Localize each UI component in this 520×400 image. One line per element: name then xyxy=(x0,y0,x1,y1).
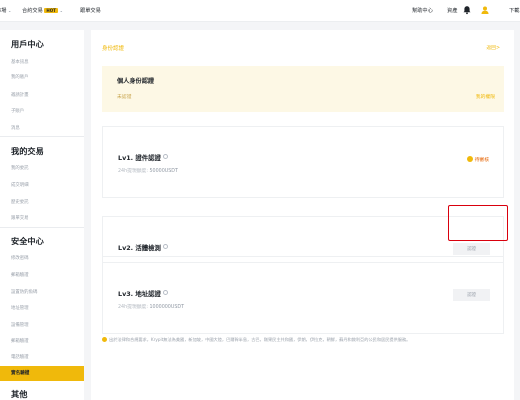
top-navigation-bar: 市場 ⌄ 合約交易 HOT ⌄ 跟單交易 幫助中心 資產 下載 xyxy=(0,0,520,22)
chevron-down-icon: ⌄ xyxy=(59,8,63,13)
sidebar-item-anti-phishing[interactable]: 設置防釣魚碼 xyxy=(11,289,37,295)
nav-help-center[interactable]: 幫助中心 xyxy=(412,7,433,14)
sidebar-item-referral[interactable]: 邀請計畫 xyxy=(11,92,29,98)
page-title: 身份認證 xyxy=(102,46,125,52)
sidebar-item-email-verify-2[interactable]: 郵箱驗證 xyxy=(11,338,29,344)
my-permissions-link[interactable]: 我的權限 xyxy=(476,93,495,100)
info-icon[interactable] xyxy=(162,154,168,159)
sidebar-item-email-verify[interactable]: 郵箱驗證 xyxy=(11,272,29,278)
sidebar-item-copy-trading[interactable]: 跟單交易 xyxy=(11,215,29,221)
info-icon[interactable] xyxy=(162,290,168,295)
hot-badge: HOT xyxy=(44,8,58,13)
verify-button-lv2[interactable]: 認證 xyxy=(453,243,490,255)
sidebar-item-kyc-verify[interactable]: 實名驗證 xyxy=(0,366,84,381)
sidebar-item-order-history[interactable]: 歷史委託 xyxy=(11,199,29,205)
nav-market[interactable]: 市場 ⌄ xyxy=(0,7,11,14)
sidebar-item-address-management[interactable]: 地址管理 xyxy=(11,305,29,311)
level-title: Lv2. 活體檢測 xyxy=(118,243,168,252)
nav-download[interactable]: 下載 xyxy=(509,7,519,14)
highlight-box xyxy=(448,205,508,241)
sidebar-item-sub-account[interactable]: 子賬戶 xyxy=(11,108,24,114)
sidebar-item-trade-history[interactable]: 成交明細 xyxy=(11,182,29,188)
sidebar-divider xyxy=(0,136,84,137)
pending-review-status: 待審核 xyxy=(466,156,489,163)
nav-copy-trading[interactable]: 跟單交易 xyxy=(80,7,101,14)
sidebar-item-label: 實名驗證 xyxy=(11,371,30,376)
sidebar-item-my-orders[interactable]: 我的委託 xyxy=(11,165,29,171)
personal-verification-title: 個人身份認證 xyxy=(117,78,155,85)
sidebar-section-security-center: 安全中心 xyxy=(11,236,44,246)
user-icon[interactable] xyxy=(480,5,490,15)
back-link[interactable]: 返回> xyxy=(486,44,500,51)
info-icon[interactable] xyxy=(162,244,168,249)
withdraw-limit: 24h提現額度: 1000000USDT xyxy=(118,305,185,310)
sidebar-item-device-management[interactable]: 設備管理 xyxy=(11,322,29,328)
sidebar-divider xyxy=(0,227,84,228)
verify-button-lv3[interactable]: 認證 xyxy=(453,289,490,301)
sidebar-item-my-account[interactable]: 我的賬戶 xyxy=(11,74,29,80)
sidebar-section-user-center: 用戶中心 xyxy=(11,39,44,49)
sidebar-section-my-trades: 我的交易 xyxy=(11,146,44,156)
level-card-lv3-content: Lv3. 地址認證 24h提現額度: 1000000USDT 認證 xyxy=(102,262,504,334)
level-card-lv1: Lv1. 證件認證 24h提現額度: 50000USDT 待審核 xyxy=(102,126,504,198)
nav-assets[interactable]: 資產 xyxy=(447,7,457,14)
chevron-down-icon: ⌄ xyxy=(8,8,12,13)
withdraw-limit: 24h提現額度: 50000USDT xyxy=(118,169,178,174)
sidebar-item-basic-info[interactable]: 基本訊息 xyxy=(11,59,29,65)
verification-status: 未認證 xyxy=(117,95,132,100)
level-title: Lv1. 證件認證 xyxy=(118,153,168,162)
sidebar: 用戶中心 基本訊息 我的賬戶 邀請計畫 子賬戶 消息 我的交易 我的委託 成交明… xyxy=(0,30,84,400)
personal-verification-banner: 個人身份認證 未認證 我的權限 xyxy=(102,66,504,112)
bell-icon[interactable] xyxy=(462,5,472,15)
sidebar-item-phone-verify[interactable]: 電話驗證 xyxy=(11,354,29,360)
nav-contract-trading[interactable]: 合約交易 HOT ⌄ xyxy=(22,7,63,14)
pending-icon xyxy=(466,156,473,162)
level-title: Lv3. 地址認證 xyxy=(118,289,168,298)
sidebar-section-other: 其他 xyxy=(11,389,28,399)
sidebar-item-messages[interactable]: 消息 xyxy=(11,125,20,131)
sidebar-item-change-password[interactable]: 修改密碼 xyxy=(11,255,29,261)
